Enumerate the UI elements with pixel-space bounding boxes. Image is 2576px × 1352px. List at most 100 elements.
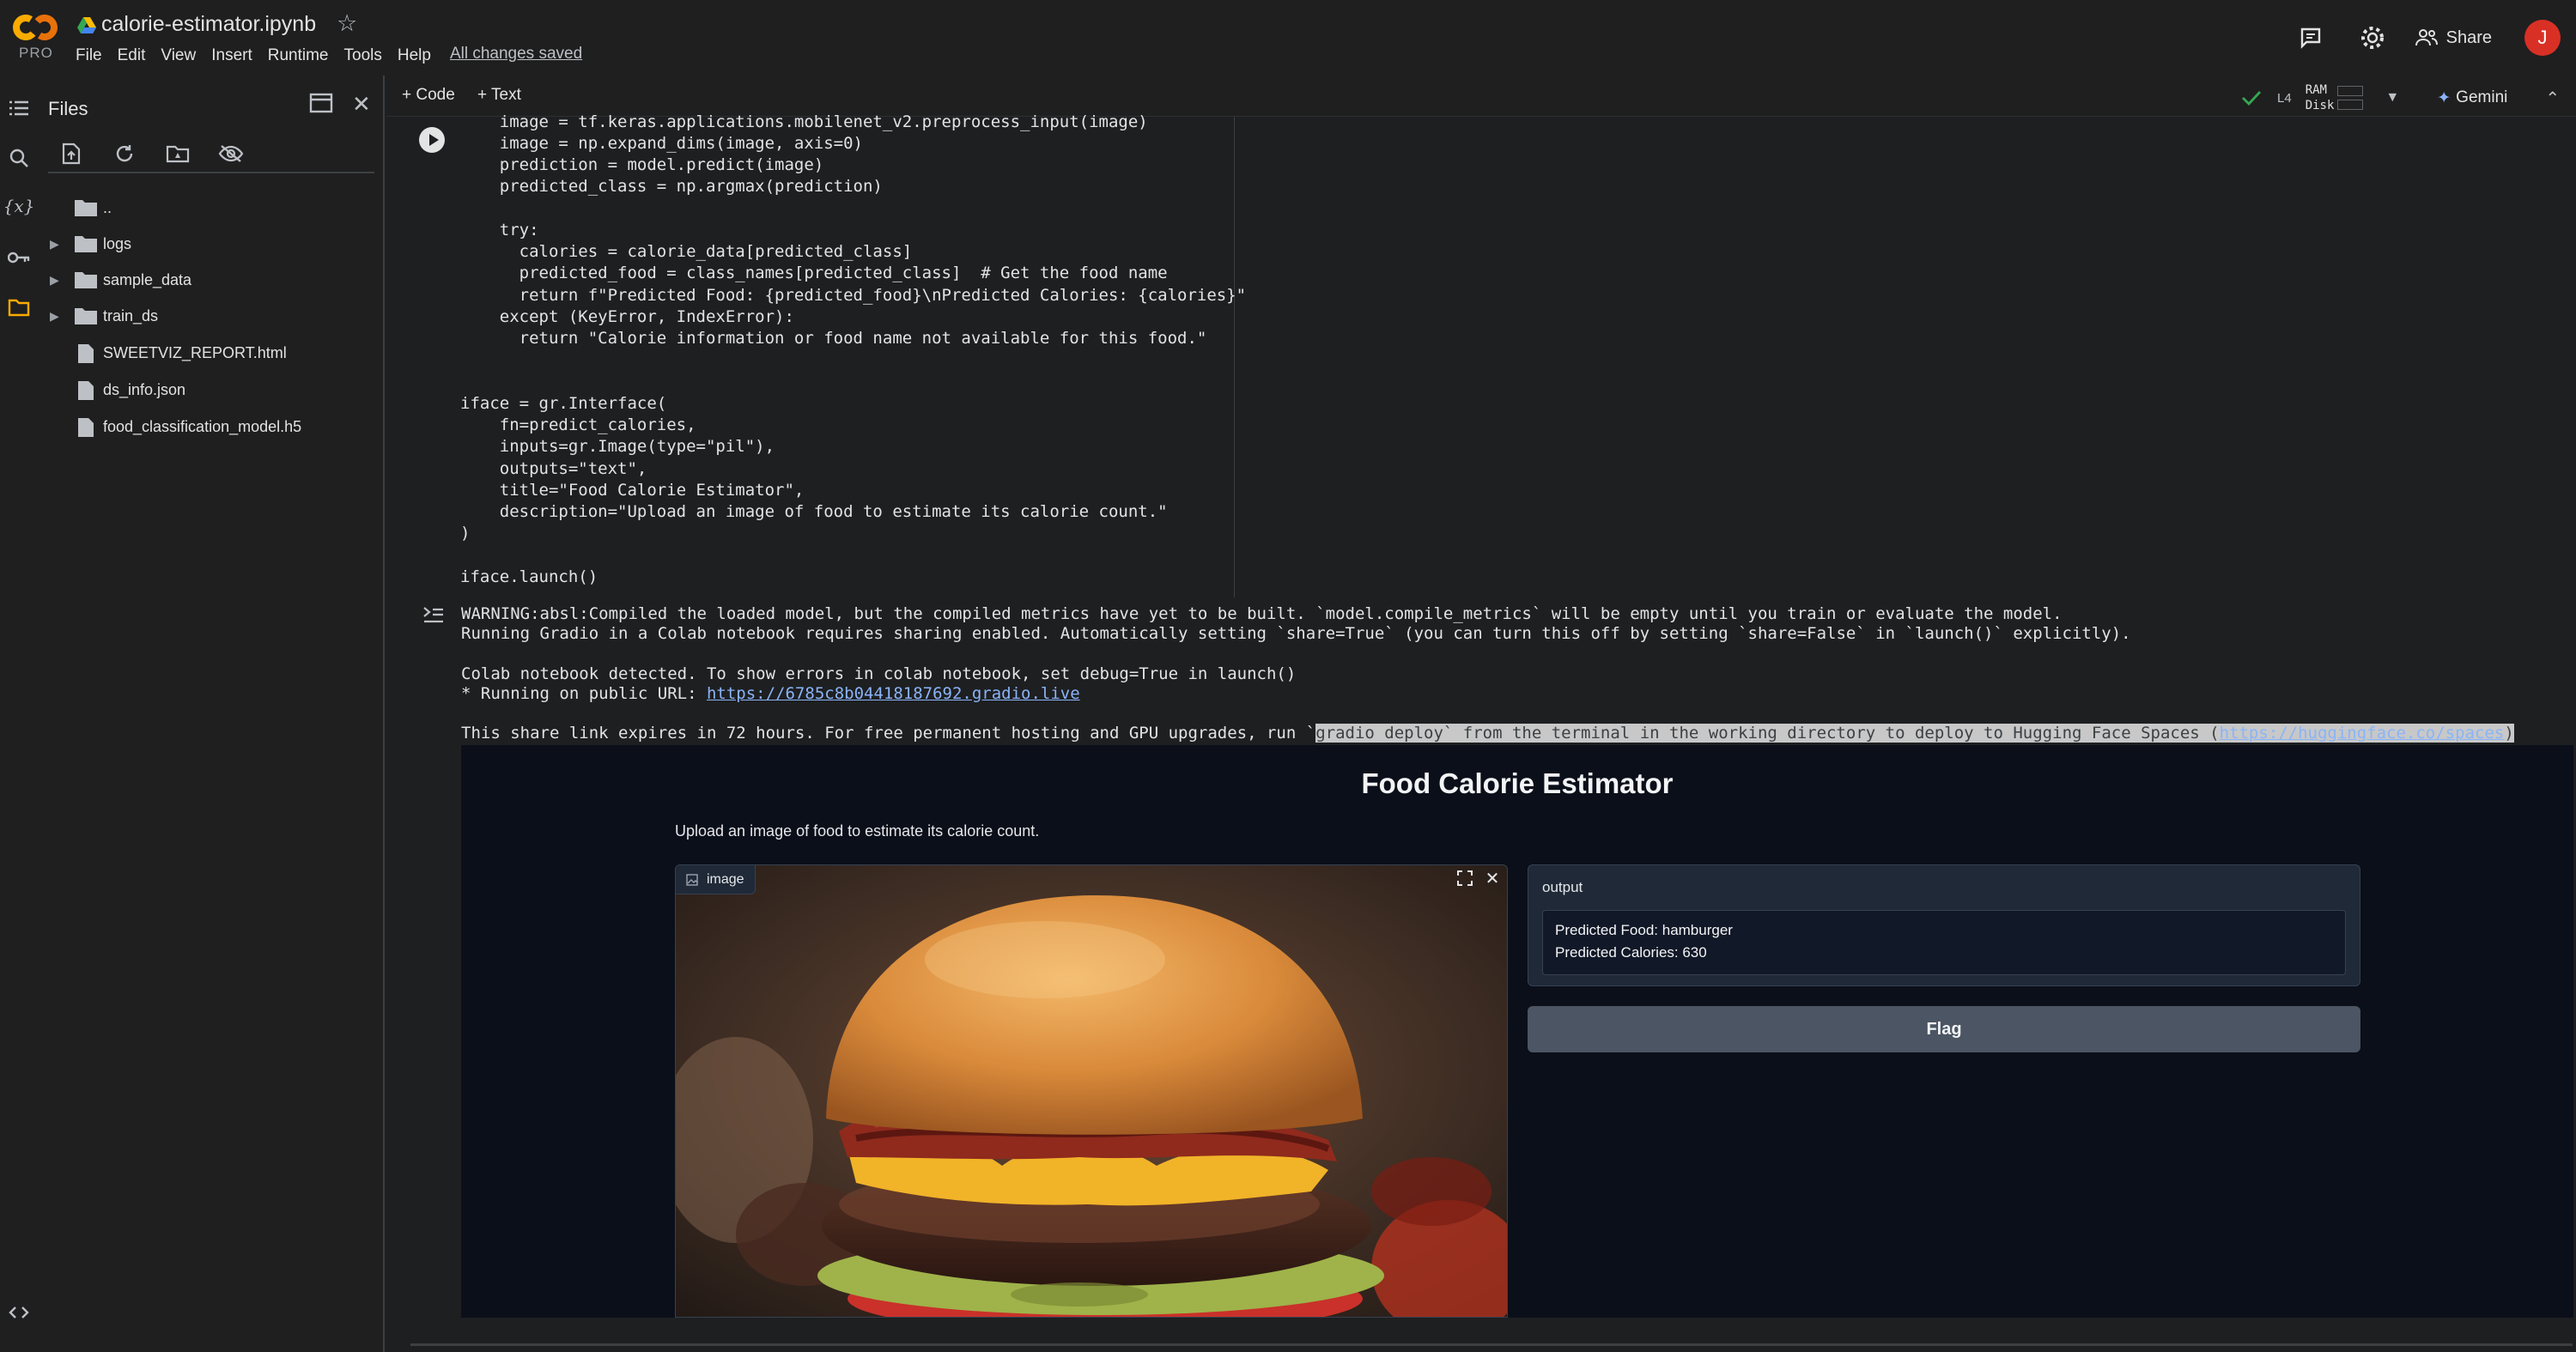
tree-item-ds-info[interactable]: ds_info.json: [38, 373, 381, 407]
gemini-button[interactable]: ✦ Gemini: [2437, 88, 2507, 108]
fullscreen-icon[interactable]: [1454, 867, 1476, 889]
ram-label: RAM: [2305, 83, 2327, 97]
menu-tools[interactable]: Tools: [344, 45, 391, 67]
gradio-description: Upload an image of food to estimate its …: [675, 822, 1040, 840]
save-status[interactable]: All changes saved: [450, 45, 582, 67]
code-cell: image = tf.keras.applications.mobilenet_…: [410, 112, 2573, 597]
flag-button[interactable]: Flag: [1528, 1006, 2360, 1052]
files-folder-icon[interactable]: [5, 294, 33, 321]
expires-highlight-text: gradio deploy` from the terminal in the …: [1315, 724, 2220, 743]
output-toggle-icon[interactable]: [421, 604, 445, 631]
secrets-key-icon[interactable]: [5, 244, 33, 271]
chevron-up-icon[interactable]: ⌃: [2545, 88, 2560, 109]
code-line: prediction = model.predict(image): [460, 155, 824, 174]
folder-icon: [74, 306, 98, 330]
file-icon: [77, 380, 94, 405]
menu-help[interactable]: Help: [398, 45, 440, 67]
hide-files-icon[interactable]: [215, 137, 247, 170]
output-expires-line: This share link expires in 72 hours. For…: [461, 724, 2514, 743]
output-textbox[interactable]: Predicted Food: hamburger Predicted Calo…: [1542, 910, 2346, 975]
folder-icon: [74, 234, 98, 258]
menu-insert[interactable]: Insert: [211, 45, 261, 67]
close-icon[interactable]: ✕: [352, 91, 371, 118]
search-icon[interactable]: [5, 144, 33, 172]
spaces-link[interactable]: https://huggingface.co/spaces: [2220, 724, 2505, 743]
add-code-button[interactable]: + Code: [402, 86, 455, 105]
tree-item-label: ..: [103, 198, 112, 216]
image-label: image: [707, 871, 744, 887]
public-url-link[interactable]: https://6785c8b04418187692.gradio.live: [707, 684, 1080, 703]
runtime-resources[interactable]: L4 RAM Disk ▼ ✦ Gemini ⌃: [2241, 82, 2560, 113]
expires-prefix: This share link expires in 72 hours. For…: [461, 724, 1316, 743]
code-line: outputs="text",: [460, 459, 647, 478]
tree-item-sweetviz-report[interactable]: SWEETVIZ_REPORT.html: [38, 336, 381, 370]
topbar-actions: Share J: [2292, 19, 2576, 57]
text-output: output Predicted Food: hamburger Predict…: [1528, 864, 2360, 986]
ram-usage-bar: [2337, 86, 2364, 96]
image-label-tab: image: [676, 865, 756, 894]
notebook-bottom-strip: [410, 1318, 2573, 1352]
mount-drive-icon[interactable]: [161, 137, 194, 170]
tree-item-model-h5[interactable]: food_classification_model.h5: [38, 409, 381, 444]
code-line: description="Upload an image of food to …: [460, 502, 1168, 521]
expand-arrow-icon[interactable]: ▶: [50, 273, 59, 288]
star-icon[interactable]: ☆: [337, 10, 357, 37]
tree-item-parent[interactable]: ..: [38, 191, 381, 225]
colab-logo[interactable]: PRO: [12, 14, 60, 62]
notebook-title[interactable]: calorie-estimator.ipynb: [101, 12, 316, 37]
files-panel-title: Files: [48, 98, 88, 119]
file-icon: [77, 343, 94, 368]
code-line: calories = calorie_data[predicted_class]: [460, 242, 913, 261]
share-button[interactable]: Share: [2415, 28, 2492, 48]
expand-arrow-icon[interactable]: ▶: [50, 309, 59, 324]
comment-icon[interactable]: [2292, 19, 2330, 57]
settings-gear-icon[interactable]: [2354, 19, 2391, 57]
files-toolbar: [55, 137, 247, 170]
table-of-contents-icon[interactable]: [5, 94, 33, 122]
expires-highlight: gradio deploy` from the terminal in the …: [1315, 724, 2514, 743]
tree-item-label: food_classification_model.h5: [103, 417, 302, 435]
expand-arrow-icon[interactable]: ▶: [50, 237, 59, 252]
menu-bar: File Edit View Insert Runtime Tools Help…: [76, 45, 582, 67]
output-warning: WARNING:absl:Compiled the loaded model, …: [461, 604, 2063, 623]
file-icon: [77, 417, 94, 442]
public-url-prefix: * Running on public URL:: [461, 684, 707, 703]
user-avatar[interactable]: J: [2524, 20, 2561, 56]
refresh-icon[interactable]: [108, 137, 141, 170]
image-toolbar: ✕: [1454, 867, 1504, 889]
code-editor[interactable]: image = tf.keras.applications.mobilenet_…: [410, 112, 1246, 597]
chevron-down-icon[interactable]: ▼: [2385, 90, 2399, 106]
code-line: predicted_class = np.argmax(prediction): [460, 177, 883, 196]
upload-file-icon[interactable]: [55, 137, 88, 170]
image-input[interactable]: image ✕: [675, 864, 1508, 1318]
notebook-toolbar: + Code + Text L4 RAM Disk ▼ ✦ Gemini ⌃: [386, 76, 2576, 117]
tree-item-train-ds[interactable]: ▶ train_ds: [38, 299, 381, 333]
variables-icon[interactable]: {x}: [3, 192, 35, 220]
disk-usage-bar: [2337, 100, 2364, 110]
output-colab-detected: Colab notebook detected. To show errors …: [461, 664, 1297, 683]
menu-file[interactable]: File: [76, 45, 111, 67]
top-bar: PRO calorie-estimator.ipynb ☆ File Edit …: [0, 0, 2576, 76]
code-line: fn=predict_calories,: [460, 415, 696, 434]
code-line: title="Food Calorie Estimator",: [460, 481, 805, 500]
google-drive-icon[interactable]: [77, 17, 96, 34]
menu-view[interactable]: View: [161, 45, 204, 67]
gemini-label: Gemini: [2456, 88, 2508, 106]
predicted-calories-text: Predicted Calories: 630: [1555, 944, 1707, 961]
tree-item-label: SWEETVIZ_REPORT.html: [103, 343, 287, 361]
code-snippets-icon[interactable]: [5, 1299, 33, 1326]
tree-item-sample-data[interactable]: ▶ sample_data: [38, 263, 381, 297]
code-line: ): [460, 524, 471, 543]
menu-runtime[interactable]: Runtime: [268, 45, 337, 67]
menu-edit[interactable]: Edit: [118, 45, 155, 67]
tree-item-logs[interactable]: ▶ logs: [38, 227, 381, 261]
clear-image-icon[interactable]: ✕: [1481, 867, 1504, 889]
tree-item-label: train_ds: [103, 306, 159, 324]
tree-item-label: logs: [103, 234, 132, 252]
code-line: iface.launch(): [460, 567, 598, 586]
open-in-tab-icon[interactable]: [309, 93, 333, 118]
tree-item-label: sample_data: [103, 270, 192, 288]
add-text-button[interactable]: + Text: [477, 86, 521, 105]
folder-icon: [74, 270, 98, 294]
run-cell-button[interactable]: [419, 127, 445, 153]
